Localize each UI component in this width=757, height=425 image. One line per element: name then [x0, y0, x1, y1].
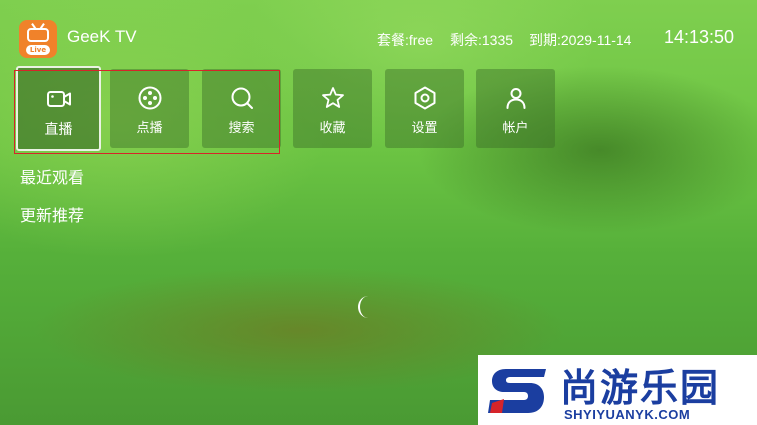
watermark-s-logo-icon — [488, 369, 546, 413]
top-bar: Live GeeK TV 套餐:free 剩余:1335 到期:2029-11-… — [0, 0, 757, 60]
hexagon-settings-icon — [414, 86, 435, 110]
plan-status: 套餐:free — [377, 32, 434, 48]
user-icon — [506, 88, 525, 109]
app-logo: Live — [19, 20, 57, 58]
tile-live-label: 直播 — [44, 122, 73, 138]
app-title: GeeK TV — [67, 27, 137, 46]
tile-search-label: 搜索 — [228, 121, 255, 136]
tile-account[interactable]: 帐户 — [476, 69, 555, 148]
tile-favorites-label: 收藏 — [319, 121, 346, 136]
logo-live-badge: Live — [26, 45, 50, 55]
star-icon — [321, 87, 344, 108]
loading-spinner — [358, 296, 378, 318]
film-reel-icon — [138, 86, 161, 110]
tile-settings[interactable]: 设置 — [385, 69, 464, 148]
logo-tv-shape — [27, 28, 49, 42]
tile-search[interactable]: 搜索 — [202, 69, 281, 148]
tile-settings-label: 设置 — [411, 121, 438, 136]
watermark-banner: 尚游乐园 SHYIYUANYK.COM — [478, 355, 757, 425]
tile-vod[interactable]: 点播 — [110, 69, 189, 148]
watermark-name: 尚游乐园 — [560, 366, 721, 410]
recommended-updates-heading[interactable]: 更新推荐 — [20, 202, 84, 226]
tile-account-label: 帐户 — [502, 121, 529, 136]
tile-live[interactable]: 直播 — [16, 66, 101, 151]
clock: 14:13:50 — [664, 27, 735, 47]
search-icon — [231, 87, 253, 109]
recent-watched-heading[interactable]: 最近观看 — [20, 164, 84, 188]
expiry-date: 到期:2029-11-14 — [529, 32, 632, 48]
watermark-url: SHYIYUANYK.COM — [564, 407, 691, 422]
tile-vod-label: 点播 — [136, 121, 163, 136]
tile-favorites[interactable]: 收藏 — [293, 69, 372, 148]
video-camera-icon — [46, 91, 71, 107]
remaining-days: 剩余:1335 — [450, 32, 514, 48]
